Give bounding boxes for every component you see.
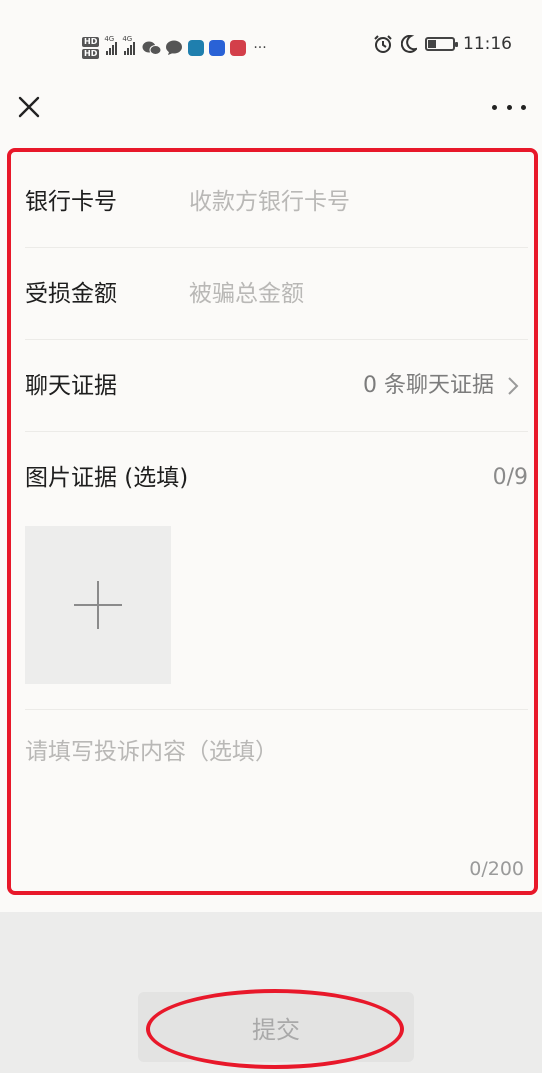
dot (492, 104, 497, 110)
battery-icon (425, 37, 458, 51)
status-right: 11:16 (373, 34, 512, 54)
hd-badge: HD (82, 49, 100, 59)
chat-evidence-row[interactable]: 聊天证据 0 条聊天证据 (25, 340, 528, 432)
bank-card-input[interactable] (189, 182, 518, 222)
network-label: 4G (122, 35, 133, 43)
message-icon (166, 40, 183, 55)
moon-icon (401, 35, 417, 53)
bottom-panel: 提交 (0, 912, 542, 1073)
bank-card-label: 银行卡号 (25, 189, 117, 215)
dot (521, 104, 526, 110)
alarm-icon (374, 35, 392, 53)
bank-card-row: 银行卡号 (25, 156, 528, 248)
status-more-indicator: ··· (253, 40, 267, 56)
hd-badge: HD (82, 37, 100, 47)
complaint-form: 银行卡号 受损金额 聊天证据 0 条聊天证据 图片证据 (选填) 0/9 0/2… (7, 148, 538, 895)
chat-evidence-label: 聊天证据 (25, 373, 117, 399)
complaint-textarea[interactable] (25, 734, 520, 844)
nav-bar (0, 82, 542, 132)
add-image-button[interactable] (25, 526, 171, 684)
loss-amount-row: 受损金额 (25, 248, 528, 340)
app-icon (230, 40, 247, 56)
image-evidence-section: 图片证据 (选填) 0/9 (25, 432, 528, 710)
app-icon (209, 40, 226, 56)
loss-amount-input[interactable] (189, 274, 518, 314)
dot (506, 104, 512, 110)
chevron-right-icon (508, 377, 519, 395)
app-icon (188, 40, 205, 56)
chat-evidence-value: 0 条聊天证据 (363, 373, 494, 398)
hd-badges: HD HD (82, 37, 100, 59)
status-bar: HD HD 4G 4G ··· 11:16 (0, 0, 542, 82)
close-icon[interactable] (14, 92, 44, 122)
complaint-char-count: 0/200 (469, 858, 524, 880)
signal-icon: 4G (104, 35, 118, 55)
plus-icon (74, 581, 122, 629)
network-label: 4G (104, 35, 115, 43)
submit-button[interactable]: 提交 (138, 992, 414, 1062)
status-left: HD HD 4G 4G ··· (82, 30, 267, 66)
complaint-content (25, 734, 520, 844)
status-time: 11:16 (463, 34, 512, 54)
image-evidence-label: 图片证据 (选填) (25, 465, 189, 491)
loss-amount-label: 受损金额 (25, 281, 117, 307)
more-icon[interactable] (492, 92, 526, 122)
image-evidence-count: 0/9 (492, 465, 528, 490)
signal-icon: 4G (122, 35, 136, 55)
wechat-icon (142, 41, 162, 55)
